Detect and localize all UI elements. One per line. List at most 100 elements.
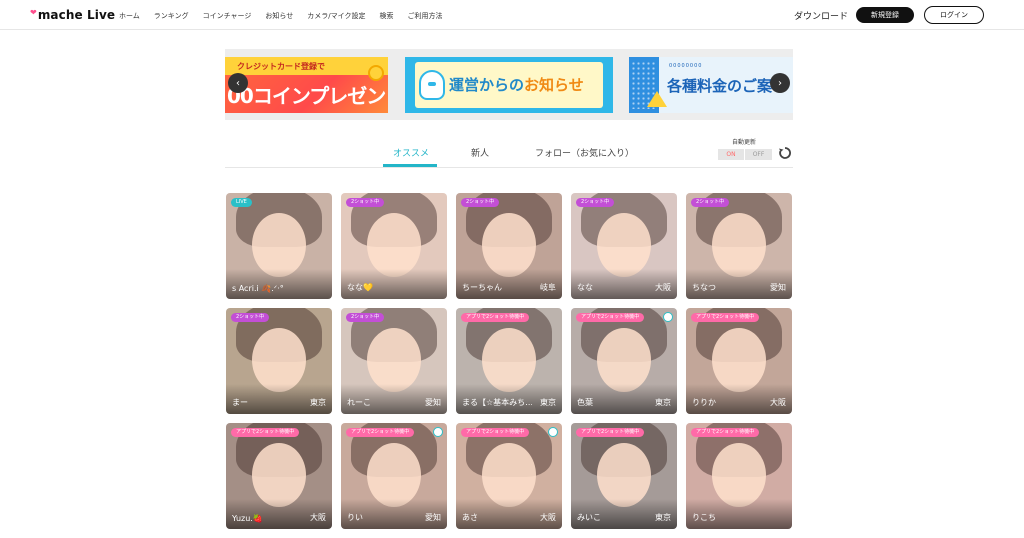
performer-card[interactable]: 2ショット中 ちなつ 愛知 — [686, 193, 792, 299]
tab-follow[interactable]: フォロー（お気に入り） — [535, 146, 634, 159]
mascot-icon — [419, 70, 445, 100]
carousel-next-button[interactable]: › — [770, 73, 790, 93]
performer-name: Yuzu.🍓 — [232, 514, 263, 523]
photo-face — [712, 443, 766, 507]
photo-face — [367, 213, 421, 277]
performer-name: れーこ — [347, 398, 371, 407]
site-logo[interactable]: ❤mache Live — [30, 8, 115, 22]
performer-card[interactable]: アプリで2ショット待機中 あさ 大阪 — [456, 423, 562, 529]
photo-face — [712, 213, 766, 277]
performer-area: 東京 — [655, 513, 671, 522]
toggle-on[interactable]: ON — [718, 149, 745, 160]
photo-face — [482, 443, 536, 507]
photo-face — [597, 443, 651, 507]
performer-area: 東京 — [310, 398, 326, 407]
status-badge: アプリで2ショット待機中 — [576, 313, 645, 322]
performer-name: まる【☆基本みち… — [462, 398, 532, 407]
banner-subtitle: クレジットカード登録で — [237, 62, 325, 71]
photo-face — [597, 328, 651, 392]
performer-area: 大阪 — [655, 283, 671, 292]
performer-card[interactable]: 2ショット中 ちーちゃん 岐阜 — [456, 193, 562, 299]
performer-name: s Acri.i 🍂.ᐟ·° — [232, 284, 284, 293]
performer-card[interactable]: アプリで2ショット待機中 色葉 東京 — [571, 308, 677, 414]
status-badge: LIVE — [231, 198, 252, 207]
performer-card[interactable]: アプリで2ショット待機中 りこち — [686, 423, 792, 529]
banner-title: 00コインプレゼント! — [227, 84, 388, 108]
performer-card[interactable]: LIVE s Acri.i 🍂.ᐟ·° — [226, 193, 332, 299]
performer-card[interactable]: アプリで2ショット待機中 りい 愛知 — [341, 423, 447, 529]
performer-area: 大阪 — [540, 513, 556, 522]
performer-area: 東京 — [540, 398, 556, 407]
banner-pricing-text: 各種料金のご案 — [667, 77, 773, 95]
performer-area: 東京 — [655, 398, 671, 407]
register-button[interactable]: 新規登録 — [856, 7, 914, 23]
login-button[interactable]: ログイン — [924, 6, 984, 24]
verified-icon — [433, 427, 443, 437]
triangle-icon — [647, 91, 667, 107]
auto-refresh-toggle[interactable]: ON OFF — [718, 149, 772, 160]
status-badge: アプリで2ショット待機中 — [461, 428, 530, 437]
status-badge: アプリで2ショット待機中 — [691, 313, 760, 322]
tab-new[interactable]: 新人 — [471, 146, 489, 159]
refresh-icon[interactable] — [778, 146, 792, 160]
photo-face — [367, 443, 421, 507]
performer-card[interactable]: 2ショット中 れーこ 愛知 — [341, 308, 447, 414]
status-badge: 2ショット中 — [461, 198, 500, 207]
performer-card[interactable]: 2ショット中 なな 大阪 — [571, 193, 677, 299]
performer-area: 愛知 — [425, 513, 441, 522]
performer-name: 色葉 — [577, 398, 593, 407]
performer-name: りい — [347, 513, 363, 522]
status-badge: アプリで2ショット待機中 — [346, 428, 415, 437]
performer-card[interactable]: アプリで2ショット待機中 みいこ 東京 — [571, 423, 677, 529]
banner-inner: 運営からのお知らせ — [415, 62, 603, 108]
status-badge: アプリで2ショット待機中 — [691, 428, 760, 437]
status-badge: 2ショット中 — [346, 198, 385, 207]
banner-news[interactable]: 運営からのお知らせ — [405, 57, 613, 113]
photo-face — [367, 328, 421, 392]
photo-face — [252, 443, 306, 507]
photo-face — [597, 213, 651, 277]
verified-icon — [548, 427, 558, 437]
filter-tabs: オススメ 新人 フォロー（お気に入り） — [225, 142, 793, 168]
performer-name: りこち — [692, 513, 716, 522]
performer-card[interactable]: 2ショット中 まー 東京 — [226, 308, 332, 414]
banner-small-text: 00000000 — [669, 63, 703, 69]
performer-area: 愛知 — [425, 398, 441, 407]
performer-name: りりか — [692, 398, 716, 407]
banner-credit-campaign[interactable]: クレジットカード登録で 00コインプレゼント! — [225, 57, 388, 113]
performer-name: あさ — [462, 513, 478, 522]
performer-name: みいこ — [577, 513, 601, 522]
banner-carousel: クレジットカード登録で 00コインプレゼント! 運営からのお知らせ 000000… — [225, 49, 793, 120]
toggle-off[interactable]: OFF — [745, 149, 772, 160]
nav-coin-charge[interactable]: コインチャージ — [203, 11, 252, 21]
status-badge: アプリで2ショット待機中 — [576, 428, 645, 437]
coin-icon — [368, 65, 384, 81]
photo-face — [252, 213, 306, 277]
tab-recommended[interactable]: オススメ — [393, 146, 429, 159]
nav-news[interactable]: お知らせ — [265, 11, 293, 21]
nav-howto[interactable]: ご利用方法 — [407, 11, 442, 21]
carousel-prev-button[interactable]: ‹ — [228, 73, 248, 93]
performer-card[interactable]: アプリで2ショット待機中 りりか 大阪 — [686, 308, 792, 414]
status-badge: 2ショット中 — [576, 198, 615, 207]
status-badge: 2ショット中 — [346, 313, 385, 322]
performer-card[interactable]: アプリで2ショット待機中 まる【☆基本みち… 東京 — [456, 308, 562, 414]
performer-card[interactable]: 2ショット中 なな💛 — [341, 193, 447, 299]
photo-face — [482, 328, 536, 392]
status-badge: 2ショット中 — [691, 198, 730, 207]
status-badge: 2ショット中 — [231, 313, 270, 322]
chevron-right-icon: › — [778, 77, 782, 89]
performer-card[interactable]: アプリで2ショット待機中 Yuzu.🍓 大阪 — [226, 423, 332, 529]
performer-area: 愛知 — [770, 283, 786, 292]
nav-camera-mic[interactable]: カメラ/マイク設定 — [307, 11, 365, 21]
chevron-left-icon: ‹ — [236, 77, 240, 89]
nav-home[interactable]: ホーム — [119, 11, 140, 21]
performer-name: まー — [232, 398, 248, 407]
nav-ranking[interactable]: ランキング — [154, 11, 189, 21]
banner-pricing[interactable]: 00000000 各種料金のご案 — [629, 57, 793, 113]
status-badge: アプリで2ショット待機中 — [231, 428, 300, 437]
download-link[interactable]: ダウンロード — [794, 9, 848, 22]
photo-face — [482, 213, 536, 277]
nav-search[interactable]: 検索 — [379, 11, 393, 21]
performer-area: 岐阜 — [540, 283, 556, 292]
